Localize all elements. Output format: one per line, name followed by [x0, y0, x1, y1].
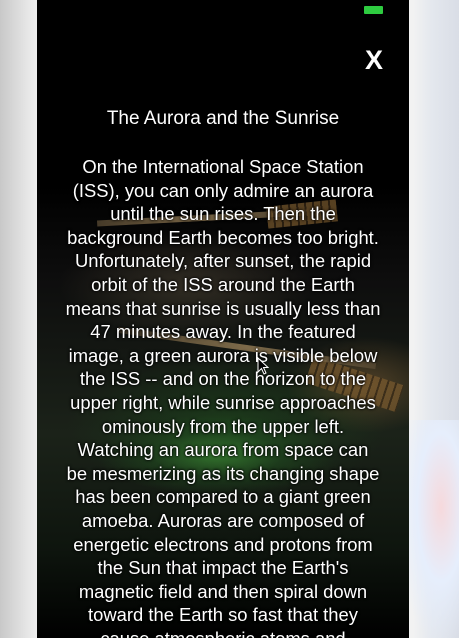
close-button[interactable]: X [355, 42, 393, 78]
article-line: amoeba. Auroras are composed of [81, 509, 365, 531]
article-line: Unfortunately, after sunset, the rapid [74, 250, 372, 272]
app-screen: X The Aurora and the Sunrise On the Inte… [37, 0, 409, 638]
article-line: energetic electrons and protons from [73, 533, 373, 555]
status-indicator [364, 6, 383, 14]
article-line: (ISS), you can only admire an aurora [72, 179, 374, 201]
article-line: until the sun rises. Then the [110, 203, 336, 225]
article-title: The Aurora and the Sunrise [106, 108, 340, 129]
article-line: has been compared to a giant green [75, 486, 371, 508]
article-line: upper right, while sunrise approaches [70, 391, 376, 413]
article-line: background Earth becomes too bright. [67, 226, 379, 248]
article-line: 47 minutes away. In the featured [90, 321, 356, 343]
article-line: magnetic field and then spiral down [78, 580, 368, 602]
article-body: On the International Space Station (ISS)… [49, 155, 397, 638]
article-line: ominously from the upper left. [101, 415, 345, 437]
article-line: Watching an aurora from space can [77, 439, 369, 461]
article-line: On the International Space Station [82, 156, 364, 177]
article-line: means that sunrise is usually less than [65, 297, 381, 319]
article-line: orbit of the ISS around the Earth [91, 273, 355, 295]
article-line: the Sun that impact the Earth's [97, 557, 349, 579]
article-line: cause atmospheric atoms and [49, 627, 397, 638]
article-line: image, a green aurora is visible below [68, 344, 378, 366]
article-line: be mesmerizing as its changing shape [66, 462, 380, 484]
article-line: toward the Earth so fast that they [88, 604, 358, 626]
mouse-pointer-icon [257, 357, 269, 375]
close-icon: X [364, 45, 383, 75]
article-line: the ISS -- and on the horizon to the [79, 368, 367, 390]
